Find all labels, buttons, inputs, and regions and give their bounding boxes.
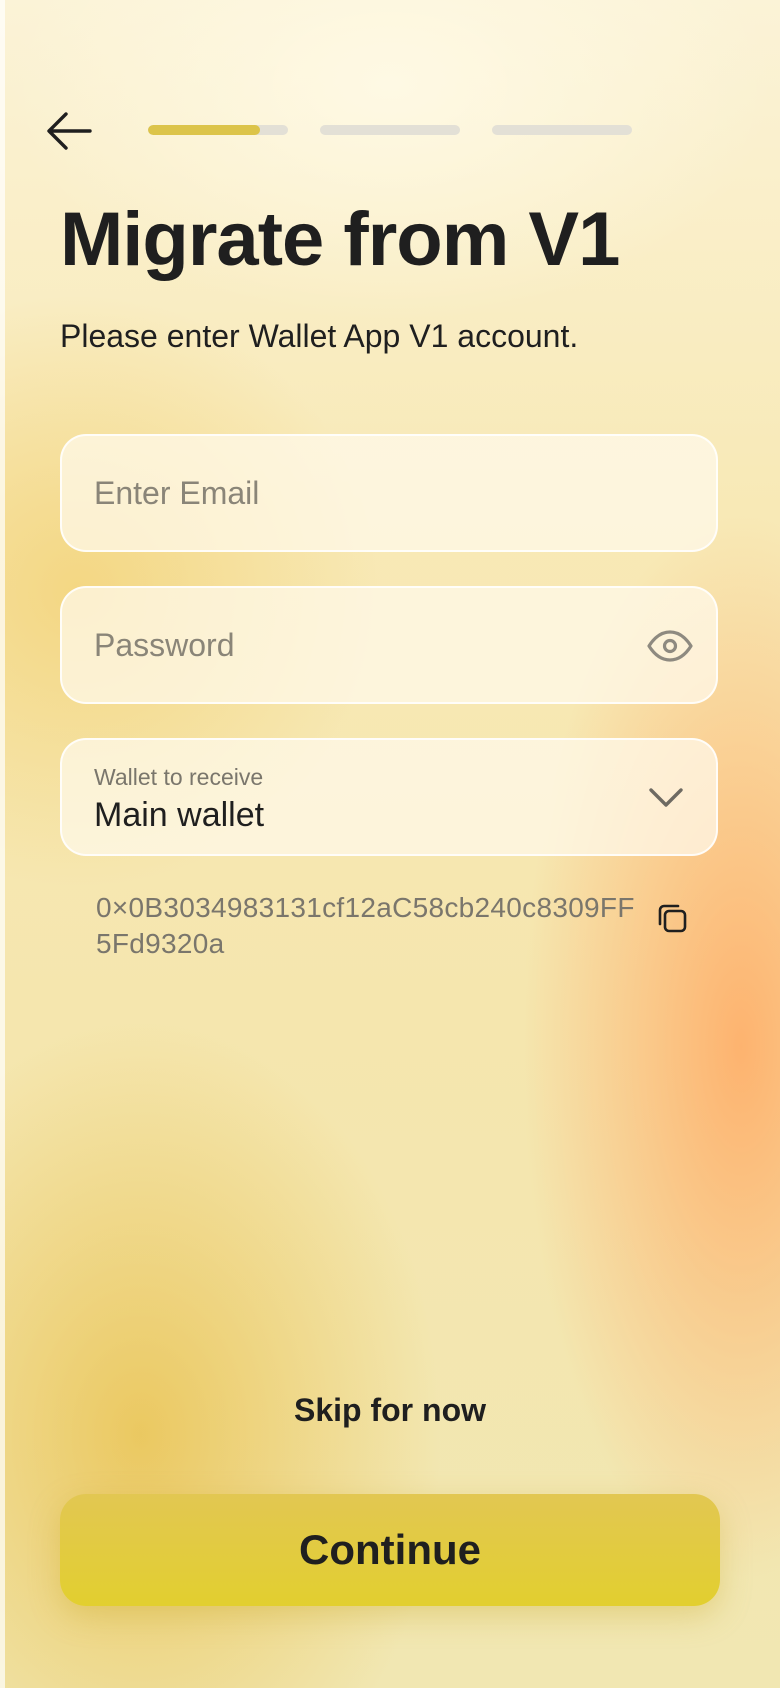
- show-password-button[interactable]: [646, 622, 694, 670]
- step-indicator-2: [320, 125, 460, 135]
- email-field[interactable]: [60, 434, 718, 552]
- password-input[interactable]: [94, 588, 616, 702]
- skip-link[interactable]: Skip for now: [0, 1392, 780, 1429]
- screen-edge: [0, 0, 5, 1688]
- wallet-select[interactable]: Wallet to receive Main wallet: [60, 738, 718, 856]
- step-indicator-fill: [148, 125, 260, 135]
- step-indicator-3: [492, 125, 632, 135]
- page-title: Migrate from V1: [60, 197, 620, 282]
- header: [0, 0, 780, 200]
- email-input[interactable]: [94, 436, 616, 550]
- wallet-select-label: Wallet to receive: [94, 764, 264, 790]
- wallet-dropdown-toggle[interactable]: [644, 776, 688, 820]
- page-subtitle: Please enter Wallet App V1 account.: [60, 318, 579, 354]
- wallet-select-value: Main wallet: [94, 796, 265, 834]
- copy-icon: [658, 904, 687, 933]
- eye-icon: [647, 630, 693, 662]
- continue-button[interactable]: Continue: [60, 1494, 720, 1606]
- step-indicator-1: [148, 125, 288, 135]
- copy-address-button[interactable]: [652, 898, 692, 938]
- arrow-left-icon: [47, 112, 92, 150]
- chevron-down-icon: [649, 788, 683, 807]
- password-field[interactable]: [60, 586, 718, 704]
- wallet-address: 0×0B3034983131cf12aC58cb240c8309FF5Fd932…: [96, 892, 635, 959]
- back-button[interactable]: [44, 106, 94, 156]
